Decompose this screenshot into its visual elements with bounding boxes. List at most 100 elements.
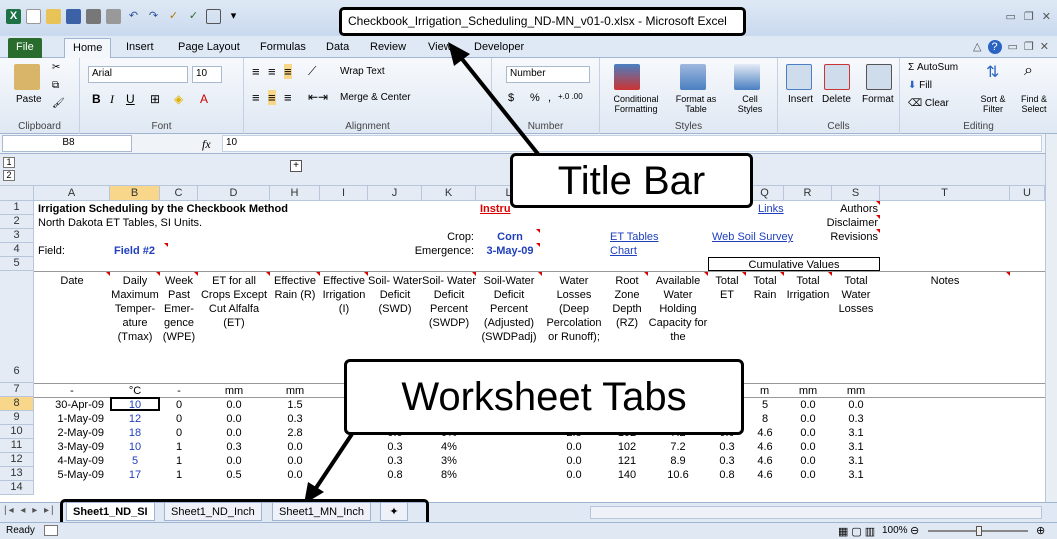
wrap-text-button[interactable]: Wrap Text <box>340 66 385 77</box>
cell-s[interactable]: 3.1 <box>832 468 880 482</box>
borders-icon[interactable]: ⊞ <box>150 92 160 106</box>
cell-m[interactable]: 0.0 <box>542 440 606 454</box>
macro-record-icon[interactable] <box>44 525 58 536</box>
cell-q[interactable]: 4.6 <box>746 426 784 440</box>
row-header[interactable]: 9 <box>0 411 34 425</box>
format-painter-icon[interactable]: ✓ <box>166 9 181 24</box>
view-buttons-icon[interactable]: ▦▢▥ <box>838 525 878 538</box>
align-middle-icon[interactable]: ≡ <box>268 64 276 79</box>
merge-center-button[interactable]: Merge & Center <box>340 92 411 103</box>
cell-j[interactable]: 0.3 <box>368 440 422 454</box>
worksheet-grid[interactable]: A B C D H I J K L M N O P Q R S T U 1 2 … <box>0 186 1045 502</box>
cell-o[interactable]: 7.2 <box>648 440 708 454</box>
cell-m[interactable]: 0.0 <box>542 454 606 468</box>
customize-toolbar-icon[interactable]: ▾ <box>226 9 241 24</box>
cell-d[interactable]: 0.0 <box>198 398 270 412</box>
row-header[interactable]: 3 <box>0 229 34 243</box>
sort-filter-icon[interactable]: ⇅ <box>986 62 999 82</box>
cell-k[interactable]: 3% <box>422 454 476 468</box>
new-file-icon[interactable] <box>26 9 41 24</box>
tab-review[interactable]: Review <box>362 38 414 58</box>
horizontal-scrollbar[interactable] <box>590 506 1042 519</box>
row-header[interactable]: 2 <box>0 215 34 229</box>
col-header[interactable]: B <box>110 186 160 201</box>
italic-button[interactable]: I <box>110 92 114 107</box>
cell-j[interactable]: 0.3 <box>368 454 422 468</box>
cell-d[interactable]: 0.0 <box>198 454 270 468</box>
minimize-workbook-icon[interactable]: ▭ <box>1008 40 1018 54</box>
instructions-link[interactable]: Instru <box>480 202 511 216</box>
format-table-button[interactable]: Format as Table <box>672 94 720 114</box>
emergence-value[interactable]: 3-May-09 <box>480 244 540 258</box>
cell-s[interactable]: 3.1 <box>832 440 880 454</box>
name-box[interactable]: B8 <box>2 135 132 152</box>
redo-icon[interactable]: ↷ <box>146 9 161 24</box>
revisions-cell[interactable]: Revisions <box>820 230 878 244</box>
align-left-icon[interactable]: ≡ <box>252 90 260 105</box>
sort-filter-button[interactable]: Sort & Filter <box>974 94 1012 114</box>
cell-q[interactable]: 4.6 <box>746 468 784 482</box>
align-top-icon[interactable]: ≡ <box>252 64 260 79</box>
delete-cells-button[interactable]: Delete <box>822 94 851 105</box>
col-header[interactable]: S <box>832 186 880 201</box>
row-header[interactable]: 7 <box>0 383 34 397</box>
cell-b[interactable]: 17 <box>110 468 160 482</box>
undo-icon[interactable]: ↶ <box>126 9 141 24</box>
insert-cells-button[interactable]: Insert <box>788 94 813 105</box>
format-painter-button-icon[interactable]: 🖌 <box>52 98 65 109</box>
links-link[interactable]: Links <box>758 202 784 216</box>
minimize-icon[interactable]: ▭ <box>1006 10 1016 23</box>
zoom-out-icon[interactable]: ⊖ <box>910 524 919 537</box>
cell-j[interactable]: 0.8 <box>368 468 422 482</box>
cell-s[interactable]: 0.0 <box>832 398 880 412</box>
tab-home[interactable]: Home <box>64 38 112 58</box>
zoom-in-icon[interactable]: ⊕ <box>1036 524 1045 537</box>
collapse-ribbon-icon[interactable]: △ <box>973 40 981 54</box>
bold-button[interactable]: B <box>92 92 101 106</box>
cell-o[interactable]: 10.6 <box>648 468 708 482</box>
conditional-formatting-icon[interactable] <box>614 64 640 90</box>
row-header[interactable]: 8 <box>0 397 34 411</box>
paste-icon[interactable] <box>14 64 40 90</box>
cell-d[interactable]: 0.5 <box>198 468 270 482</box>
binoculars-icon[interactable]: ⌕ <box>1024 62 1033 80</box>
cell-styles-button[interactable]: Cell Styles <box>730 94 770 114</box>
col-header[interactable]: U <box>1010 186 1045 201</box>
row-header[interactable]: 4 <box>0 243 34 257</box>
table-icon[interactable] <box>206 9 221 24</box>
cell-k[interactable]: 4% <box>422 440 476 454</box>
cell-h[interactable]: 1.5 <box>270 398 320 412</box>
formula-input[interactable]: 10 <box>222 135 1042 152</box>
select-all-corner[interactable] <box>0 186 34 201</box>
row-header[interactable]: 5 <box>0 257 34 271</box>
restore-icon[interactable]: ❐ <box>1024 10 1034 23</box>
cell-r[interactable]: 0.0 <box>784 426 832 440</box>
paste-button[interactable]: Paste <box>16 94 42 105</box>
row-header[interactable]: 12 <box>0 453 34 467</box>
cell-date[interactable]: 1-May-09 <box>34 412 104 426</box>
expand-group-icon[interactable]: + <box>290 160 302 172</box>
font-name-select[interactable]: Arial <box>88 66 188 83</box>
cell-date[interactable]: 4-May-09 <box>34 454 104 468</box>
tab-insert[interactable]: Insert <box>118 38 162 58</box>
font-color-icon[interactable]: A <box>200 92 208 106</box>
open-folder-icon[interactable] <box>46 9 61 24</box>
cell-q[interactable]: 5 <box>746 398 784 412</box>
cell-r[interactable]: 0.0 <box>784 412 832 426</box>
sheet-nav-arrows-icon[interactable]: |◂ ◂ ▸ ▸| <box>4 505 56 516</box>
authors-cell[interactable]: Authors <box>832 202 878 216</box>
restore-workbook-icon[interactable]: ❐ <box>1024 40 1034 54</box>
cell-m[interactable]: 0.0 <box>542 468 606 482</box>
cell-c[interactable]: 0 <box>160 412 198 426</box>
col-header[interactable]: D <box>198 186 270 201</box>
col-header[interactable]: T <box>880 186 1010 201</box>
cell-b[interactable]: 5 <box>110 454 160 468</box>
tab-formulas[interactable]: Formulas <box>252 38 314 58</box>
tab-page-layout[interactable]: Page Layout <box>170 38 248 58</box>
cell-r[interactable]: 0.0 <box>784 468 832 482</box>
copy-icon[interactable]: ⧉ <box>52 80 59 91</box>
row-header[interactable]: 1 <box>0 201 34 215</box>
format-table-icon[interactable] <box>680 64 706 90</box>
cell-b[interactable]: 18 <box>110 426 160 440</box>
row-header[interactable]: 6 <box>0 271 34 383</box>
